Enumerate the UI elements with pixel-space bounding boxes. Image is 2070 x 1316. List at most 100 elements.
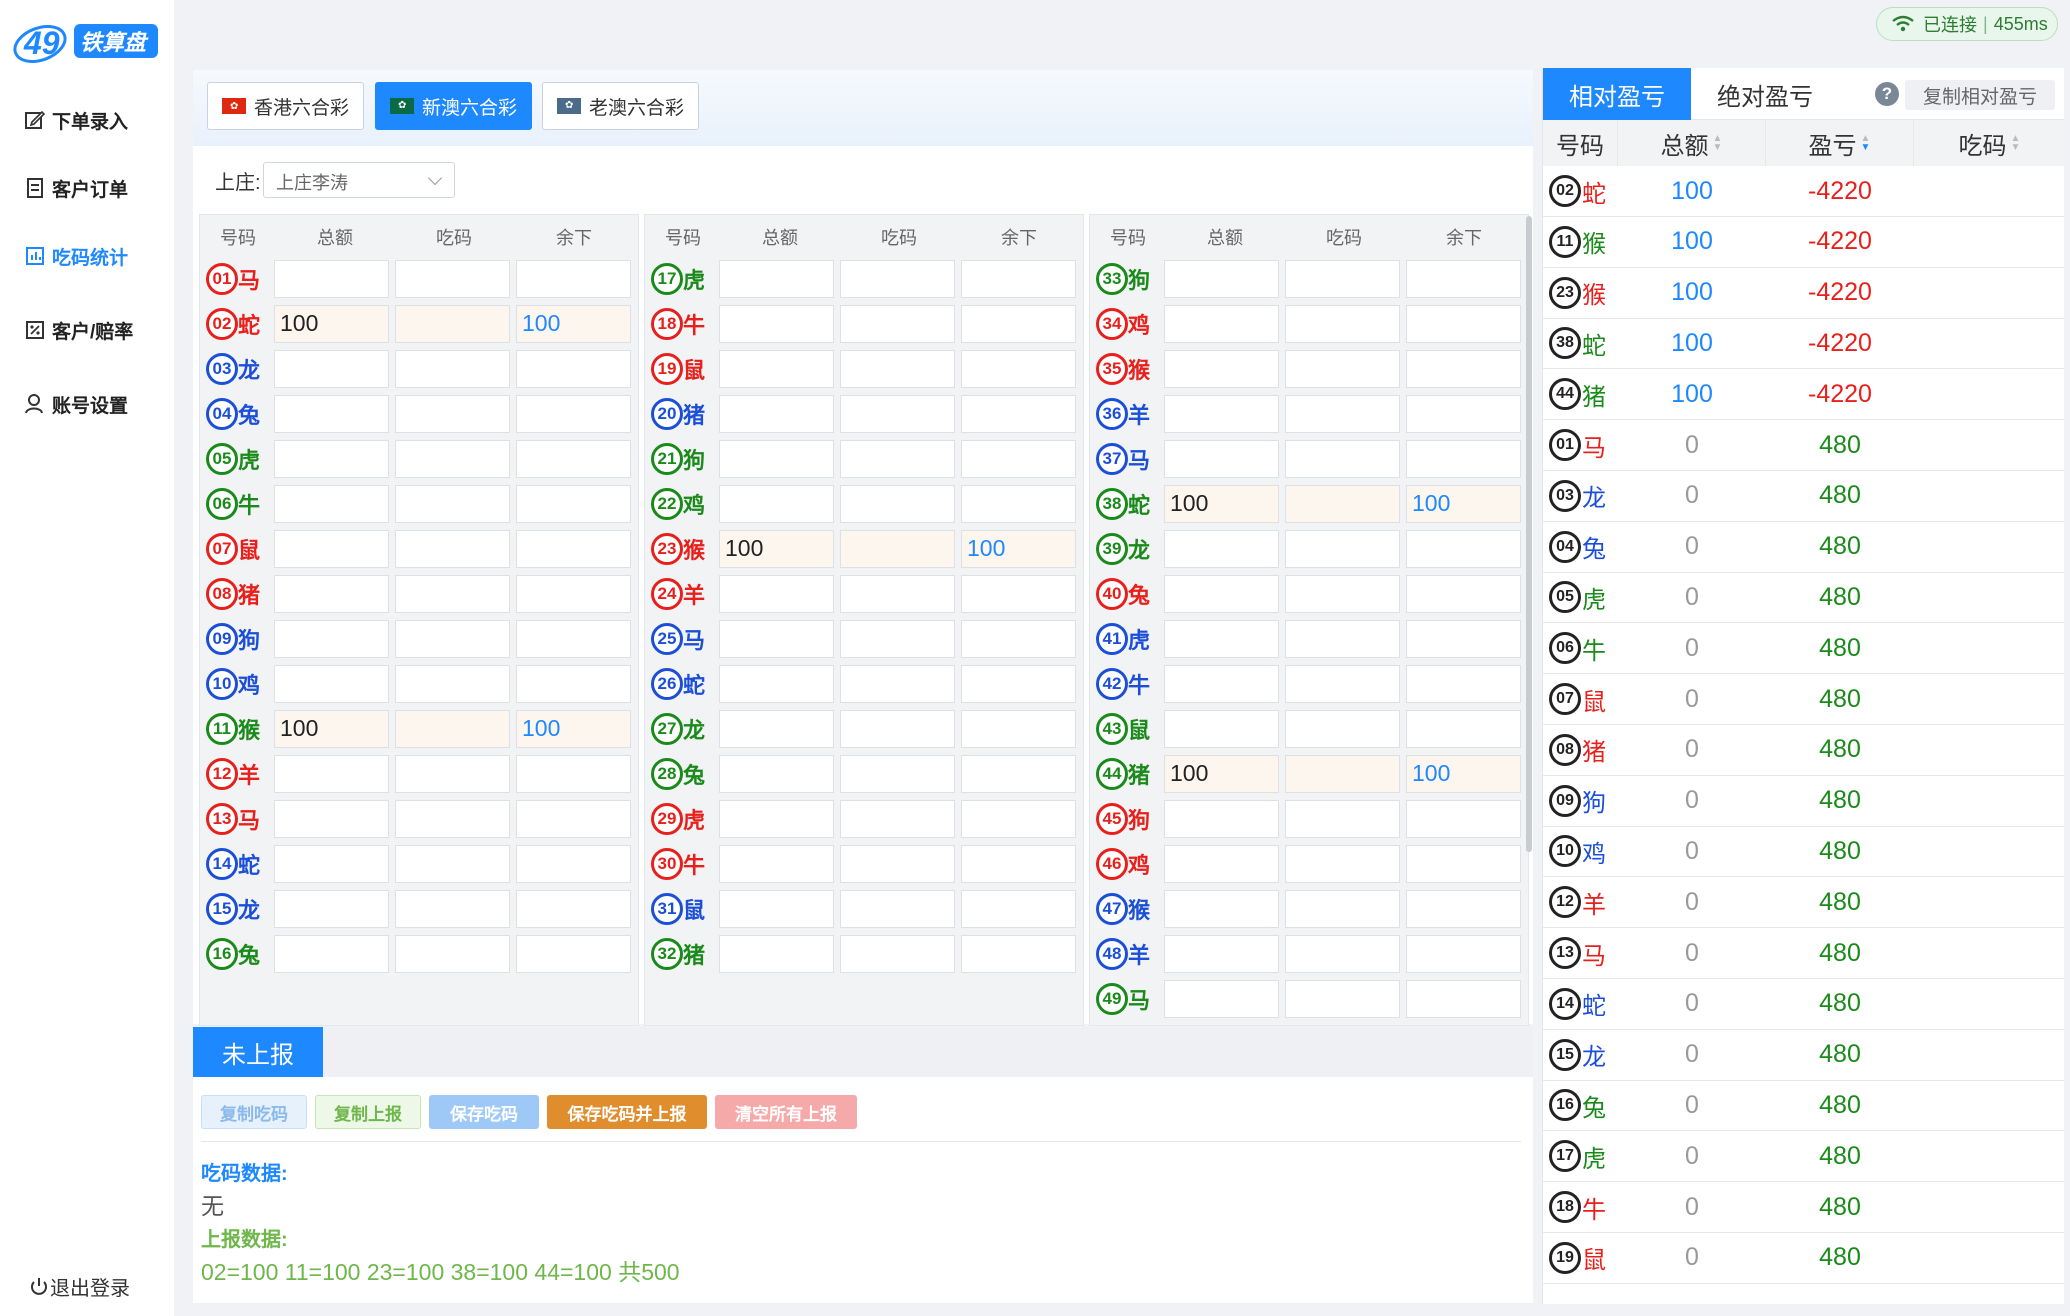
remaining-input[interactable]	[1406, 620, 1521, 658]
eat-input[interactable]	[1285, 530, 1400, 568]
nav-customer-orders[interactable]: 客户订单	[24, 168, 128, 208]
total-input[interactable]	[274, 530, 389, 568]
eat-input[interactable]	[1285, 440, 1400, 478]
copy-eat-button[interactable]: 复制吃码	[201, 1095, 307, 1129]
total-input[interactable]	[719, 620, 834, 658]
total-input[interactable]: 100	[1164, 485, 1279, 523]
eat-input[interactable]	[840, 395, 955, 433]
total-input[interactable]	[1164, 575, 1279, 613]
eat-input[interactable]	[395, 440, 510, 478]
eat-input[interactable]	[395, 350, 510, 388]
eat-input[interactable]	[395, 845, 510, 883]
eat-input[interactable]	[395, 755, 510, 793]
save-eat-button[interactable]: 保存吃码	[429, 1095, 539, 1129]
tab-absolute-pl[interactable]: 绝对盈亏	[1691, 68, 1839, 120]
total-input[interactable]	[719, 350, 834, 388]
total-input[interactable]: 100	[274, 710, 389, 748]
eat-input[interactable]	[1285, 890, 1400, 928]
eat-input[interactable]	[840, 350, 955, 388]
total-input[interactable]	[1164, 935, 1279, 973]
nav-account-settings[interactable]: 账号设置	[24, 384, 128, 424]
eat-input[interactable]	[395, 485, 510, 523]
remaining-input[interactable]	[961, 305, 1076, 343]
eat-input[interactable]	[840, 755, 955, 793]
eat-input[interactable]	[1285, 755, 1400, 793]
tab-new-macau-lottery[interactable]: ✿ 新澳六合彩	[375, 82, 533, 130]
total-input[interactable]	[1164, 260, 1279, 298]
eat-input[interactable]	[1285, 575, 1400, 613]
total-input[interactable]	[1164, 800, 1279, 838]
remaining-input[interactable]	[961, 845, 1076, 883]
eat-input[interactable]	[395, 305, 510, 343]
eat-input[interactable]	[840, 935, 955, 973]
remaining-input[interactable]	[516, 935, 631, 973]
remaining-input[interactable]	[516, 890, 631, 928]
eat-input[interactable]	[840, 440, 955, 478]
total-input[interactable]	[719, 710, 834, 748]
remaining-input[interactable]	[961, 935, 1076, 973]
total-input[interactable]	[719, 755, 834, 793]
remaining-input[interactable]	[1406, 710, 1521, 748]
total-input[interactable]: 100	[274, 305, 389, 343]
remaining-input[interactable]	[1406, 665, 1521, 703]
eat-input[interactable]	[840, 845, 955, 883]
eat-input[interactable]	[840, 710, 955, 748]
nav-order-entry[interactable]: 下单录入	[24, 100, 128, 140]
total-input[interactable]	[274, 890, 389, 928]
total-input[interactable]	[719, 800, 834, 838]
nav-customer-odds[interactable]: 客户/赔率	[24, 310, 133, 350]
total-input[interactable]	[1164, 395, 1279, 433]
eat-input[interactable]	[1285, 800, 1400, 838]
logout-button[interactable]: 退出登录	[28, 1272, 130, 1301]
eat-input[interactable]	[395, 620, 510, 658]
total-input[interactable]	[1164, 980, 1279, 1018]
total-input[interactable]	[274, 620, 389, 658]
total-input[interactable]	[719, 305, 834, 343]
remaining-input[interactable]	[516, 845, 631, 883]
eat-input[interactable]	[840, 665, 955, 703]
remaining-input[interactable]	[1406, 890, 1521, 928]
total-input[interactable]	[1164, 530, 1279, 568]
remaining-input[interactable]	[961, 665, 1076, 703]
tab-unreported[interactable]: 未上报	[193, 1027, 323, 1077]
remaining-input[interactable]	[1406, 980, 1521, 1018]
total-input[interactable]	[274, 485, 389, 523]
remaining-input[interactable]	[1406, 935, 1521, 973]
total-input[interactable]	[1164, 305, 1279, 343]
eat-input[interactable]	[840, 485, 955, 523]
total-input[interactable]: 100	[1164, 755, 1279, 793]
eat-input[interactable]	[840, 620, 955, 658]
banker-select[interactable]: 上庄李涛	[263, 162, 455, 198]
total-input[interactable]	[719, 665, 834, 703]
remaining-input[interactable]	[961, 395, 1076, 433]
remaining-input[interactable]	[516, 260, 631, 298]
eat-input[interactable]	[840, 260, 955, 298]
eat-input[interactable]	[395, 890, 510, 928]
eat-input[interactable]	[1285, 980, 1400, 1018]
remaining-input[interactable]	[1406, 260, 1521, 298]
remaining-input[interactable]	[516, 350, 631, 388]
total-input[interactable]	[1164, 665, 1279, 703]
total-input[interactable]	[1164, 620, 1279, 658]
copy-report-button[interactable]: 复制上报	[315, 1095, 421, 1129]
remaining-input[interactable]	[961, 350, 1076, 388]
remaining-input[interactable]	[1406, 350, 1521, 388]
grid-scrollbar[interactable]	[1526, 216, 1532, 852]
remaining-input[interactable]	[961, 890, 1076, 928]
save-and-report-button[interactable]: 保存吃码并上报	[547, 1095, 707, 1129]
eat-input[interactable]	[1285, 395, 1400, 433]
eat-input[interactable]	[1285, 935, 1400, 973]
remaining-input[interactable]	[961, 260, 1076, 298]
remaining-input[interactable]: 100	[516, 305, 631, 343]
eat-input[interactable]	[1285, 305, 1400, 343]
total-input[interactable]	[1164, 350, 1279, 388]
total-input[interactable]: 100	[719, 530, 834, 568]
remaining-input[interactable]	[516, 440, 631, 478]
remaining-input[interactable]: 100	[1406, 485, 1521, 523]
eat-input[interactable]	[395, 665, 510, 703]
remaining-input[interactable]	[961, 710, 1076, 748]
remaining-input[interactable]	[961, 440, 1076, 478]
clear-reports-button[interactable]: 清空所有上报	[715, 1095, 857, 1129]
eat-input[interactable]	[395, 575, 510, 613]
eat-input[interactable]	[840, 530, 955, 568]
